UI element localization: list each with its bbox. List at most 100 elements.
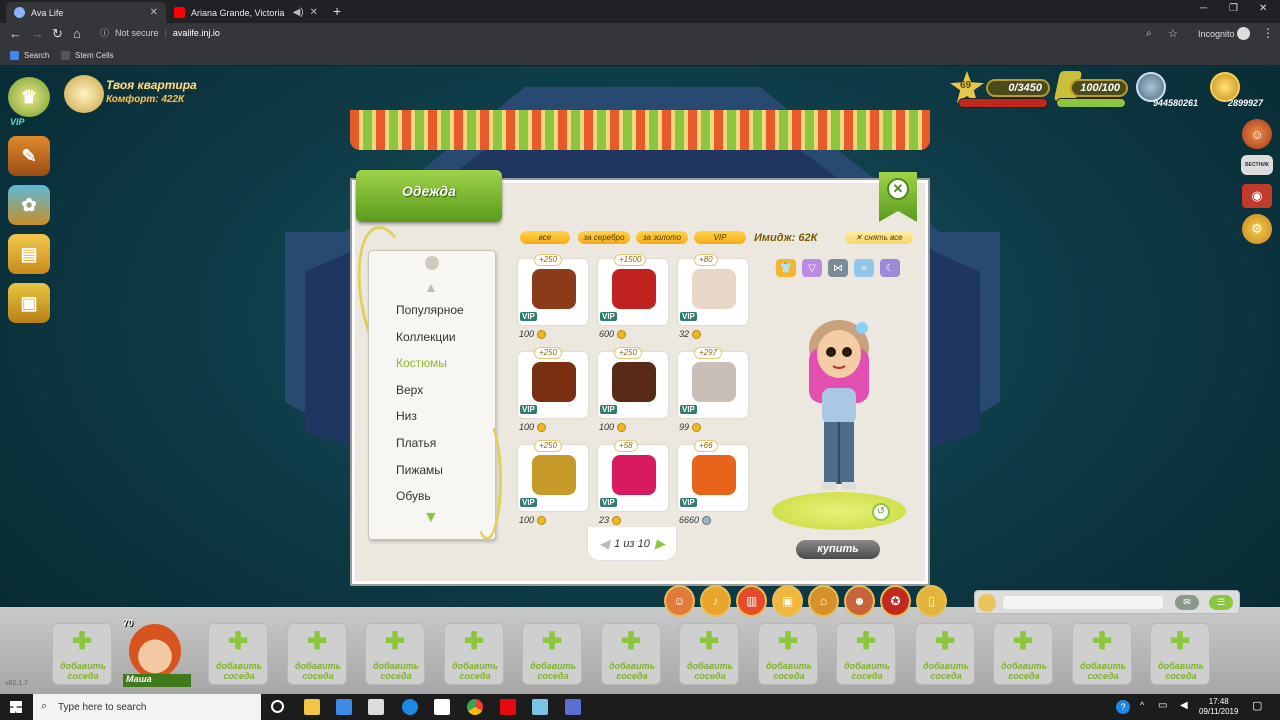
back-icon[interactable]: ← xyxy=(9,26,22,41)
gift-icon[interactable]: ✿ xyxy=(8,185,50,225)
close-tab-icon[interactable]: ✕ xyxy=(310,7,318,18)
pants-icon[interactable]: ▽ xyxy=(802,259,822,277)
close-window-icon[interactable]: ✕ xyxy=(1259,3,1267,14)
next-page-icon[interactable]: ▶ xyxy=(655,536,665,552)
add-neighbor-slot[interactable]: ✚ добавить соседа xyxy=(758,623,818,685)
camera-icon[interactable]: ◉ xyxy=(1242,184,1272,208)
category-pajamas[interactable]: Пижамы xyxy=(396,463,443,477)
netflix-icon[interactable] xyxy=(500,699,516,715)
file-explorer-icon[interactable] xyxy=(304,699,320,715)
filter-all[interactable]: все xyxy=(520,231,570,244)
wardrobe-icon[interactable]: ▥ xyxy=(736,585,767,617)
category-collections[interactable]: Коллекции xyxy=(396,330,456,344)
home-icon[interactable]: ⌂ xyxy=(73,26,81,41)
dance-icon[interactable]: ♪ xyxy=(700,585,731,617)
mail-icon[interactable]: ✉ xyxy=(1175,595,1199,610)
clothing-item-card[interactable]: +250 VIP xyxy=(517,254,589,326)
tab-ava-life[interactable]: Ava Life ✕ xyxy=(6,2,166,23)
chest-icon[interactable]: ▣ xyxy=(8,283,50,323)
emoji-icon[interactable] xyxy=(978,594,996,612)
clothing-item-card[interactable]: +297 VIP xyxy=(677,347,749,419)
avatar-icon[interactable]: ☺ xyxy=(664,585,695,617)
add-neighbor-slot[interactable]: ✚ добавить соседа xyxy=(836,623,896,685)
help-icon[interactable]: ? xyxy=(1116,700,1130,714)
star-icon[interactable]: ☆ xyxy=(1168,27,1178,40)
new-tab-button[interactable]: + xyxy=(333,3,341,19)
clothing-item-card[interactable]: +80 VIP xyxy=(677,254,749,326)
moon-icon[interactable]: ☾ xyxy=(880,259,900,277)
network-icon[interactable]: ▭ xyxy=(1158,700,1167,711)
store-icon[interactable] xyxy=(368,699,384,715)
clothing-item-card[interactable]: +1500 VIP xyxy=(597,254,669,326)
clothing-item-card[interactable]: +58 VIP xyxy=(597,440,669,512)
self-avatar[interactable]: Маша 70 xyxy=(121,618,191,687)
close-dialog-button[interactable]: ✕ xyxy=(887,178,909,200)
notification-icon[interactable]: ☺ xyxy=(1242,119,1272,149)
app-icon-2[interactable] xyxy=(565,699,581,715)
forward-icon[interactable]: → xyxy=(31,26,44,41)
add-neighbor-slot[interactable]: ✚ добавить соседа xyxy=(601,623,661,685)
url-field[interactable]: ⓘ Not secure | avalife.inj.io xyxy=(100,26,220,39)
magnifier-icon[interactable] xyxy=(64,75,104,113)
bookmark-stem-cells[interactable]: Stem Cells xyxy=(61,51,114,60)
add-neighbor-slot[interactable]: ✚ добавить соседа xyxy=(208,623,268,685)
edge-icon[interactable] xyxy=(402,699,418,715)
remove-all-button[interactable]: ✕ снять все xyxy=(845,231,913,244)
filter-gold[interactable]: за золото xyxy=(636,231,688,244)
filter-silver[interactable]: за серебро xyxy=(578,231,630,244)
box-icon[interactable]: ▣ xyxy=(772,585,803,617)
prev-page-icon[interactable]: ◀ xyxy=(599,536,609,552)
audio-icon[interactable]: ◀) xyxy=(293,7,304,18)
add-neighbor-slot[interactable]: ✚ добавить соседа xyxy=(52,623,112,685)
clothing-item-card[interactable]: +250 VIP xyxy=(517,347,589,419)
close-tab-icon[interactable]: ✕ xyxy=(150,7,158,18)
tray-chevron-icon[interactable]: ^ xyxy=(1140,700,1144,710)
incognito-icon[interactable] xyxy=(1237,27,1250,40)
badges-icon[interactable]: ✪ xyxy=(880,585,911,617)
waves-icon[interactable]: ≈ xyxy=(854,259,874,277)
add-neighbor-slot[interactable]: ✚ добавить соседа xyxy=(522,623,582,685)
bookmark-search[interactable]: Search xyxy=(10,51,49,60)
clothing-item-card[interactable]: +250 VIP xyxy=(597,347,669,419)
task-view-icon[interactable] xyxy=(271,700,284,713)
shop-icon[interactable]: ✎ xyxy=(8,136,50,176)
menu-icon[interactable]: ⋮ xyxy=(1262,26,1274,40)
settings-gear-icon[interactable]: ⚙ xyxy=(1242,214,1272,244)
crown-icon[interactable]: ♛ xyxy=(8,77,50,117)
friends-icon[interactable]: ☻ xyxy=(844,585,875,617)
mirror-icon[interactable]: ▯ xyxy=(916,585,947,617)
category-costumes[interactable]: Костюмы xyxy=(396,356,447,370)
news-icon[interactable]: ВЕСТНИК xyxy=(1241,155,1273,175)
add-neighbor-slot[interactable]: ✚ добавить соседа xyxy=(365,623,425,685)
system-clock[interactable]: 17:48 09/11/2019 xyxy=(1199,697,1238,717)
bow-icon[interactable]: ⋈ xyxy=(828,259,848,277)
clothing-item-card[interactable]: +66 VIP xyxy=(677,440,749,512)
add-neighbor-slot[interactable]: ✚ добавить соседа xyxy=(1150,623,1210,685)
rotate-avatar-icon[interactable]: ↺ xyxy=(872,503,890,521)
add-neighbor-slot[interactable]: ✚ добавить соседа xyxy=(679,623,739,685)
chat-input[interactable] xyxy=(1003,596,1163,609)
filter-vip[interactable]: VIP xyxy=(694,231,746,244)
add-neighbor-slot[interactable]: ✚ добавить соседа xyxy=(287,623,347,685)
add-neighbor-slot[interactable]: ✚ добавить соседа xyxy=(1072,623,1132,685)
app-icon[interactable] xyxy=(532,699,548,715)
zoom-icon[interactable]: ⌕ xyxy=(1146,28,1152,39)
volume-icon[interactable]: ◀ xyxy=(1180,700,1188,711)
category-shoes[interactable]: Обувь xyxy=(396,489,431,503)
dropbox-icon[interactable] xyxy=(336,699,352,715)
chat-menu-icon[interactable]: ☰ xyxy=(1209,595,1233,610)
category-popular[interactable]: Популярное xyxy=(396,303,464,317)
scroll-up-icon[interactable]: ▲ xyxy=(424,279,438,295)
tab-youtube[interactable]: Ariana Grande, Victoria Mon ◀) ✕ xyxy=(166,2,326,23)
shirt-icon[interactable]: 👕 xyxy=(776,259,796,277)
category-tops[interactable]: Верх xyxy=(396,383,423,397)
category-bottoms[interactable]: Низ xyxy=(396,409,417,423)
add-neighbor-slot[interactable]: ✚ добавить соседа xyxy=(444,623,504,685)
minimize-icon[interactable]: ─ xyxy=(1200,3,1207,14)
furniture-icon[interactable]: ▤ xyxy=(8,234,50,274)
category-dresses[interactable]: Платья xyxy=(396,436,436,450)
add-neighbor-slot[interactable]: ✚ добавить соседа xyxy=(993,623,1053,685)
reload-icon[interactable]: ↻ xyxy=(52,26,63,42)
maximize-icon[interactable]: ❐ xyxy=(1229,3,1238,14)
add-neighbor-slot[interactable]: ✚ добавить соседа xyxy=(915,623,975,685)
